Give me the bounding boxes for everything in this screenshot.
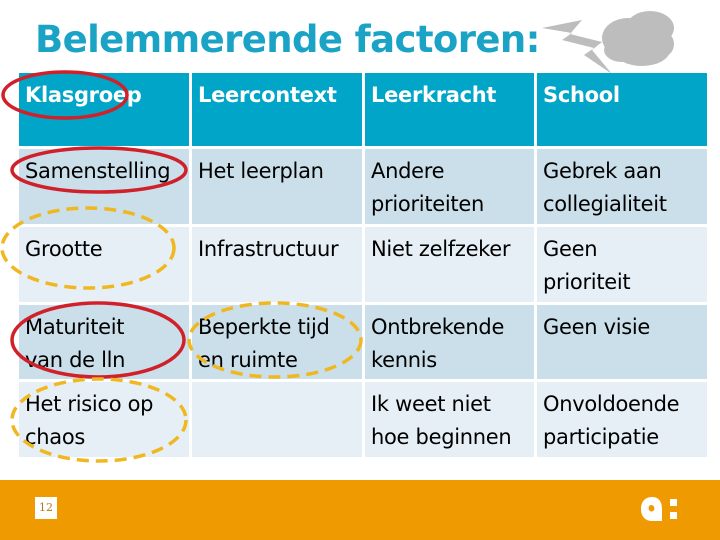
table-cell: Gebrek aan collegialiteit — [537, 149, 707, 224]
header-leercontext: Leercontext — [192, 73, 362, 146]
table-cell: Maturiteit van de lln — [19, 305, 189, 379]
table-cell: Ik weet niet hoe beginnen — [365, 382, 534, 457]
table-cell: Geen prioriteit — [537, 227, 707, 302]
table-cell: Ontbrekende kennis — [365, 305, 534, 379]
table-cell: Niet zelfzeker — [365, 227, 534, 302]
table-cell: Beperkte tijd en ruimte — [192, 305, 362, 379]
lightning-icon — [542, 20, 612, 74]
cloud-icon — [602, 11, 674, 66]
table-cell — [192, 382, 362, 457]
table-cell: Onvoldoende participatie — [537, 382, 707, 457]
decoration — [542, 11, 674, 74]
slide-title: Belemmerende factoren: — [35, 18, 540, 61]
table-cell: Geen visie — [537, 305, 707, 379]
table-cell: Grootte — [19, 227, 189, 302]
table-header-row: Klasgroep Leercontext Leerkracht School — [19, 73, 707, 146]
page-number: 12 — [35, 497, 57, 519]
footer-bar — [0, 480, 720, 540]
table-cell: Samenstelling — [19, 149, 189, 224]
table-row: Grootte Infrastructuur Niet zelfzeker Ge… — [19, 227, 707, 302]
table-cell: Infrastructuur — [192, 227, 362, 302]
table-row: Samenstelling Het leerplan Andere priori… — [19, 149, 707, 224]
header-leerkracht: Leerkracht — [365, 73, 534, 146]
header-school: School — [537, 73, 707, 146]
table-cell: Het leerplan — [192, 149, 362, 224]
table-cell: Andere prioriteiten — [365, 149, 534, 224]
table-row: Het risico op chaos Ik weet niet hoe beg… — [19, 382, 707, 457]
table-cell: Het risico op chaos — [19, 382, 189, 457]
table-row: Maturiteit van de lln Beperkte tijd en r… — [19, 305, 707, 379]
header-klasgroep: Klasgroep — [19, 73, 189, 146]
logo-icon — [641, 497, 677, 521]
